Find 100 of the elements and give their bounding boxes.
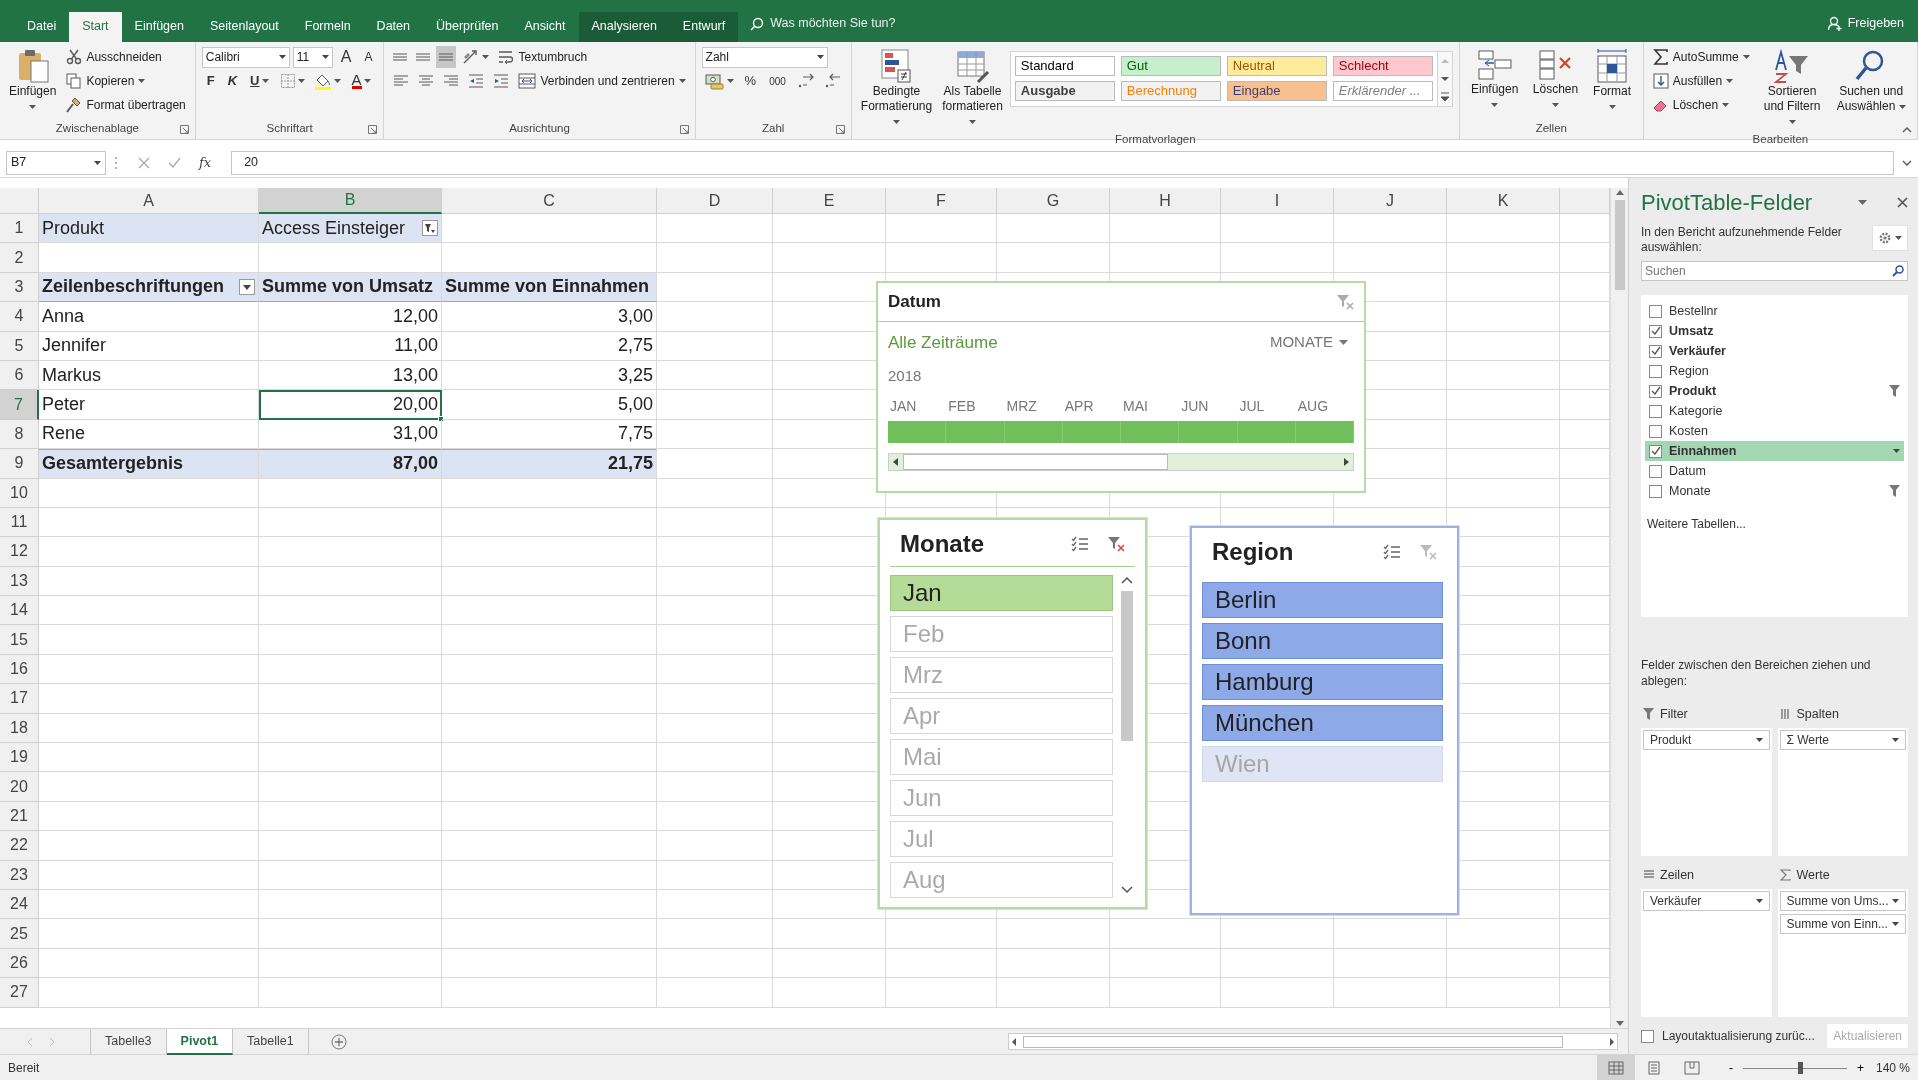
column-header[interactable]: G	[997, 188, 1110, 214]
ribbon-tab[interactable]: Seitenlayout	[196, 12, 292, 42]
row-header[interactable]: 13	[0, 566, 39, 597]
row-header[interactable]: 20	[0, 772, 39, 802]
name-box[interactable]: B7	[6, 150, 106, 175]
row-header[interactable]: 5	[0, 331, 39, 361]
field-list-item[interactable]: Kosten	[1645, 421, 1904, 441]
ribbon-button[interactable]: Löschen	[1527, 46, 1584, 114]
field-list-item[interactable]: Bestellnr	[1645, 301, 1904, 321]
row-header[interactable]: 16	[0, 654, 39, 685]
field-list-item[interactable]: Produkt	[1645, 381, 1904, 401]
row-header[interactable]: 1	[0, 214, 39, 244]
cell-style-option[interactable]: Erklärender ...	[1332, 80, 1433, 101]
ribbon-tab[interactable]: Formeln	[291, 12, 364, 42]
row-header[interactable]: 25	[0, 919, 39, 949]
row-header[interactable]: 3	[0, 272, 39, 303]
column-header[interactable]: A	[39, 188, 259, 214]
italic-button[interactable]: K	[222, 70, 243, 92]
ribbon-button[interactable]: Format übertragen	[63, 95, 189, 115]
row-header[interactable]: 6	[0, 360, 39, 391]
field-list-item[interactable]: Kategorie	[1645, 401, 1904, 421]
ribbon-tab[interactable]: Überprüfen	[422, 12, 512, 42]
column-header[interactable]: F	[886, 188, 997, 214]
slicer-item[interactable]: Hamburg	[1202, 664, 1443, 700]
row-header[interactable]: 17	[0, 684, 39, 714]
insert-function-button[interactable]: fx	[199, 152, 212, 173]
slicer-item[interactable]: Berlin	[1202, 582, 1443, 618]
column-header[interactable]: I	[1221, 188, 1334, 214]
row-header[interactable]: 12	[0, 537, 39, 567]
ribbon-tab[interactable]: Einfügen	[121, 12, 197, 42]
slicer-item[interactable]: München	[1202, 705, 1443, 741]
percent-button[interactable]: %	[739, 70, 762, 92]
ribbon-button[interactable]: Suchen und Auswählen	[1831, 46, 1911, 116]
ribbon-tab[interactable]: Daten	[363, 12, 423, 42]
area-field-chip[interactable]: Produkt	[1643, 729, 1770, 750]
cell-style-option[interactable]: Ausgabe	[1014, 80, 1115, 101]
row-header[interactable]: 19	[0, 743, 39, 773]
row-header[interactable]: 7	[0, 390, 39, 420]
zoom-in-button[interactable]: +	[1850, 1057, 1870, 1078]
more-tables-link[interactable]: Weitere Tabellen...	[1645, 515, 1904, 533]
ribbon-button[interactable]: Kopieren	[63, 71, 149, 91]
dropdown-field[interactable]: Zahl	[701, 46, 828, 68]
zoom-out-button[interactable]: -	[1722, 1057, 1739, 1078]
row-header[interactable]: 15	[0, 625, 39, 655]
field-list-item[interactable]: Datum	[1645, 461, 1904, 481]
ribbon-tab[interactable]: Datei	[14, 12, 70, 42]
underline-button[interactable]: U	[245, 70, 274, 92]
row-header[interactable]: 24	[0, 890, 39, 920]
row-header[interactable]: 23	[0, 860, 39, 890]
column-header[interactable]: J	[1334, 188, 1447, 214]
sheet-tab[interactable]: Pivot1	[166, 1028, 234, 1055]
column-header[interactable]: K	[1447, 188, 1560, 214]
field-list-item[interactable]: Umsatz	[1645, 321, 1904, 341]
row-header[interactable]: 26	[0, 948, 39, 979]
ribbon-button[interactable]: Einfügen	[1465, 46, 1524, 114]
cell-style-option[interactable]: Neutral	[1226, 56, 1327, 76]
area-field-chip[interactable]: Σ Werte	[1779, 729, 1906, 750]
row-header[interactable]: 9	[0, 449, 39, 479]
share-button[interactable]: Freigeben	[1813, 14, 1918, 42]
ribbon-tab[interactable]: Ansicht	[511, 12, 579, 42]
dropdown-field[interactable]: Calibri	[201, 46, 290, 68]
font-color-button[interactable]: A	[346, 70, 376, 92]
cell-style-option[interactable]: Standard	[1014, 56, 1115, 76]
ribbon-tab[interactable]: Entwurf	[669, 12, 739, 42]
row-header[interactable]: 10	[0, 478, 39, 508]
column-header[interactable]: D	[657, 188, 773, 214]
tell-me-search[interactable]: Was möchten Sie tun?	[738, 14, 908, 42]
row-header[interactable]: 18	[0, 713, 39, 744]
column-header[interactable]: C	[442, 188, 657, 214]
row-header[interactable]: 2	[0, 243, 39, 273]
ribbon-button[interactable]: Ausschneiden	[63, 47, 165, 67]
field-list-item[interactable]: Region	[1645, 361, 1904, 381]
dropdown-field[interactable]: 11	[292, 46, 333, 68]
field-list-item[interactable]: Monate	[1645, 481, 1904, 501]
ribbon-button[interactable]: AutoSumme	[1649, 47, 1753, 67]
search-field[interactable]: Suchen	[1641, 261, 1908, 281]
column-header[interactable]: E	[773, 188, 886, 214]
row-header[interactable]: 14	[0, 596, 39, 626]
ribbon-button[interactable]: Einfügen	[6, 46, 60, 116]
field-list-item[interactable]: Einnahmen	[1645, 441, 1904, 461]
column-header[interactable]: B	[259, 188, 442, 214]
ribbon-button[interactable]: Als Tabelle formatieren	[939, 46, 1006, 131]
bold-button[interactable]: F	[201, 70, 220, 92]
ribbon-button[interactable]: Format	[1587, 46, 1637, 116]
formula-input[interactable]: 20	[231, 150, 1894, 175]
ribbon-button[interactable]: Textumbruch	[495, 47, 591, 67]
ribbon-button[interactable]: Löschen	[1649, 95, 1733, 115]
ribbon-button[interactable]: Verbinden und zentrieren	[515, 71, 689, 91]
slicer-panel[interactable]: Monate Jan Feb Mrz Apr Mai Jun Jul Aug	[878, 518, 1147, 909]
timeline-slicer[interactable]: Datum Alle Zeiträume MONATE 2018 JAN FEB MRZ APR MAI JUN JUL AUG	[876, 281, 1366, 493]
ribbon-tab[interactable]: Start	[69, 12, 122, 42]
column-header[interactable]: H	[1110, 188, 1221, 214]
time-level-dropdown[interactable]: MONATE	[1263, 330, 1354, 355]
cell-style-option[interactable]: Gut	[1120, 56, 1221, 76]
grow-font-button[interactable]: A	[335, 46, 357, 68]
ribbon-tab[interactable]: Analysieren	[578, 12, 670, 42]
row-header[interactable]: 27	[0, 978, 39, 1008]
slicer-panel[interactable]: Region Berlin Bonn Hamburg München Wien	[1190, 526, 1459, 915]
shrink-font-button[interactable]: A	[359, 46, 378, 68]
row-header[interactable]: 11	[0, 507, 39, 538]
